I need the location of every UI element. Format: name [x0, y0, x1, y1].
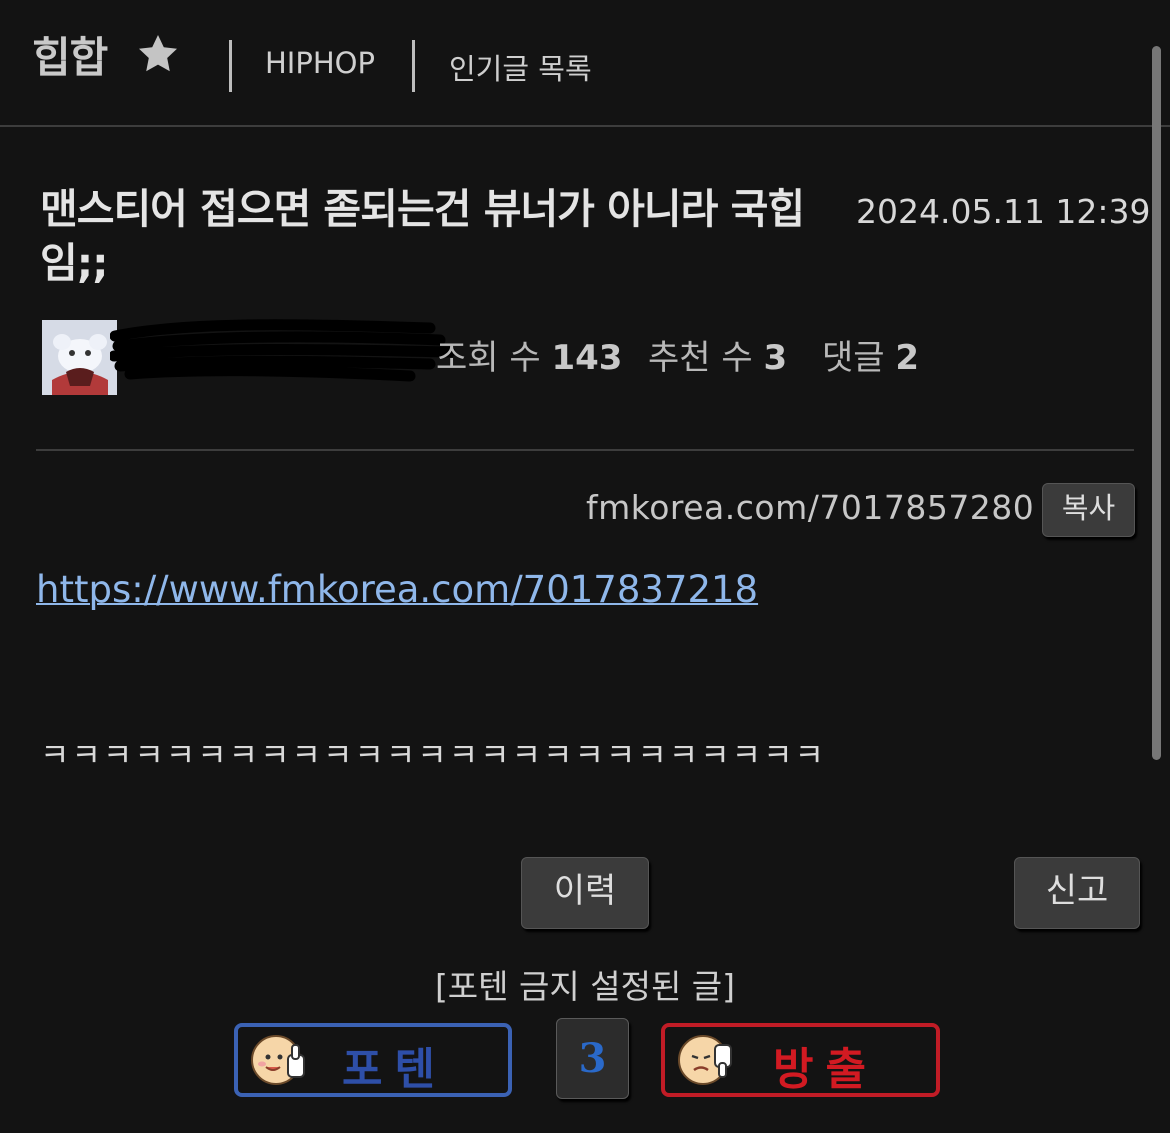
potent-disabled-notice: [포텐 금지 설정된 글] [434, 967, 736, 1006]
view-count-label: 조회 수 [436, 338, 541, 378]
view-count-value: 143 [551, 338, 623, 378]
upvote-button[interactable]: 포텐 [234, 1023, 512, 1097]
post-body-text: ㅋㅋㅋㅋㅋㅋㅋㅋㅋㅋㅋㅋㅋㅋㅋㅋㅋㅋㅋㅋㅋㅋㅋㅋㅋ [40, 736, 827, 774]
post-title: 맨스티어 접으면 졷되는건 뷰너가 아니라 국힙임;; [40, 185, 805, 287]
meta-divider [36, 449, 1134, 451]
nav-hiphop-link[interactable]: HIPHOP [265, 46, 375, 80]
scrollbar[interactable] [1152, 46, 1161, 760]
nav-popular-link[interactable]: 인기글 목록 [449, 46, 592, 88]
board-title[interactable]: 힙합 [32, 24, 108, 85]
comment-count-label: 댓글 [822, 338, 885, 378]
post-body-link[interactable]: https://www.fmkorea.com/7017837218 [36, 568, 758, 611]
avatar-image [42, 320, 117, 395]
view-count: 조회 수 143 [436, 330, 622, 379]
nav-divider [229, 40, 232, 92]
vote-count: 3 [578, 1035, 607, 1082]
history-button[interactable]: 이력 [521, 857, 649, 929]
vote-count-box: 3 [556, 1018, 629, 1099]
recommend-count: 추천 수 3 [648, 330, 787, 379]
thumbs-down-face-icon [678, 1035, 732, 1085]
redacted-author-scribble [110, 319, 456, 382]
upvote-label: 포텐 [342, 1044, 447, 1095]
header-divider [0, 125, 1170, 127]
short-url: fmkorea.com/7017857280 [586, 488, 1035, 527]
avatar[interactable] [42, 320, 117, 395]
thumbs-up-face-icon [251, 1035, 305, 1085]
comment-count-value: 2 [895, 338, 920, 378]
post-date: 2024.05.11 12:39 [856, 192, 1151, 231]
comment-count[interactable]: 댓글 2 [822, 330, 919, 379]
downvote-label: 방출 [773, 1044, 878, 1095]
star-icon[interactable] [134, 30, 182, 78]
report-button[interactable]: 신고 [1014, 857, 1140, 929]
nav-divider [412, 40, 415, 92]
recommend-count-value: 3 [763, 338, 788, 378]
recommend-count-label: 추천 수 [648, 338, 753, 378]
downvote-button[interactable]: 방출 [661, 1023, 940, 1097]
copy-url-button[interactable]: 복사 [1042, 483, 1135, 537]
